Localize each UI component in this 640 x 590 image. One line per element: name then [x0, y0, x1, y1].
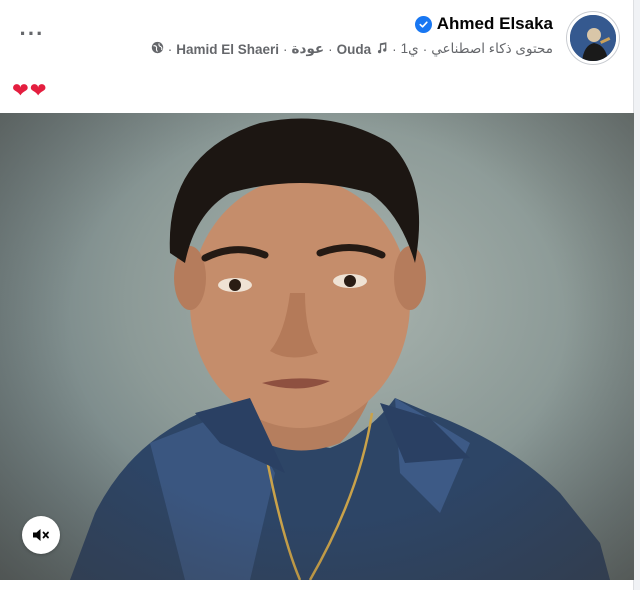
song-title-link[interactable]: Ouda	[337, 42, 372, 57]
author-name-link[interactable]: Ahmed Elsaka	[437, 14, 553, 34]
more-options-icon: ···	[19, 21, 45, 46]
music-note-icon	[375, 41, 388, 57]
song-title-ar-link[interactable]: عودة	[292, 41, 325, 57]
feed-post: ··· Ahmed Elsaka · Hamid El Shaeri · عود…	[0, 0, 634, 590]
artist-link[interactable]: Hamid El Shaeri	[176, 42, 279, 57]
author-avatar[interactable]	[567, 12, 619, 64]
post-meta: · Hamid El Shaeri · عودة · Ouda · 1ي · م…	[151, 41, 553, 57]
avatar-figure-icon	[570, 15, 616, 61]
photo-vignette	[0, 113, 634, 580]
heart-emoji-icon: ❤	[12, 80, 29, 102]
audience-globe-icon[interactable]	[151, 41, 164, 57]
post-video[interactable]	[0, 113, 634, 580]
speaker-muted-icon	[33, 529, 49, 541]
more-options-button[interactable]: ···	[14, 20, 50, 48]
author-row: Ahmed Elsaka	[414, 14, 553, 34]
unmute-button[interactable]	[22, 516, 60, 554]
verified-badge-icon	[414, 15, 432, 33]
post-age-link[interactable]: 1ي	[401, 41, 419, 57]
post-text-reactions: ❤ ❤	[12, 78, 47, 103]
heart-emoji-icon: ❤	[29, 80, 47, 102]
ai-content-label: محتوى ذكاء اصطناعي	[431, 41, 553, 56]
